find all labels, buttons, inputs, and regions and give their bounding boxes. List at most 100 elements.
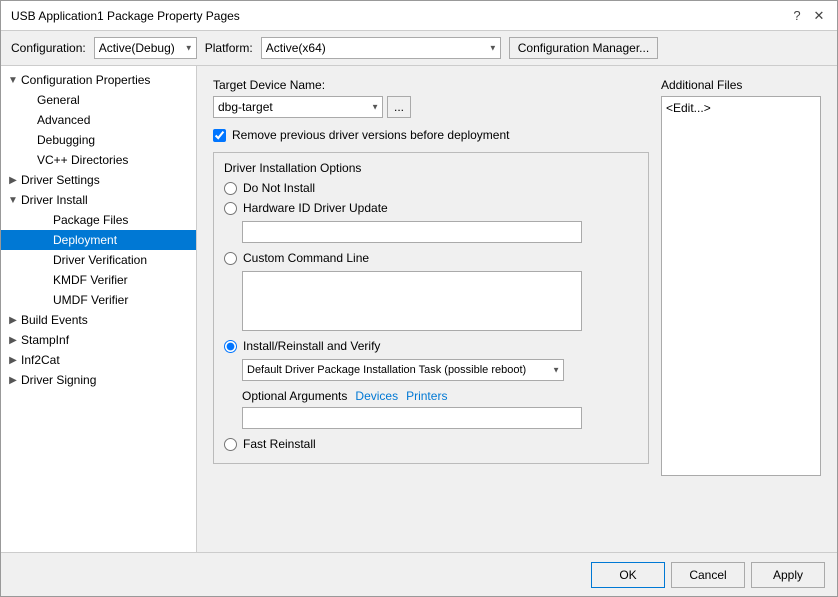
expand-icon-config-props: ▼ bbox=[5, 75, 21, 86]
config-manager-button[interactable]: Configuration Manager... bbox=[509, 37, 658, 59]
tree-panel: ▼ Configuration Properties General Advan… bbox=[1, 66, 197, 552]
tree-item-stampinf[interactable]: ▶ StampInf bbox=[1, 330, 196, 350]
expand-icon-inf2cat: ▶ bbox=[5, 355, 21, 366]
tree-label-inf2cat: Inf2Cat bbox=[21, 353, 60, 367]
platform-select[interactable]: Active(x64) bbox=[261, 37, 501, 59]
main-content: ▼ Configuration Properties General Advan… bbox=[1, 66, 837, 552]
close-button[interactable]: ✕ bbox=[811, 8, 827, 24]
config-select-wrapper: Active(Debug) bbox=[94, 37, 197, 59]
radio-custom-cmd[interactable] bbox=[224, 252, 237, 265]
tree-label-deployment: Deployment bbox=[53, 233, 117, 247]
tree-item-inf2cat[interactable]: ▶ Inf2Cat bbox=[1, 350, 196, 370]
config-bar: Configuration: Active(Debug) Platform: A… bbox=[1, 31, 837, 66]
install-dropdown[interactable]: Default Driver Package Installation Task… bbox=[242, 359, 564, 381]
tree-label-general: General bbox=[37, 93, 80, 107]
remove-checkbox-label: Remove previous driver versions before d… bbox=[232, 128, 509, 142]
expand-icon-build-events: ▶ bbox=[5, 315, 21, 326]
title-bar: USB Application1 Package Property Pages … bbox=[1, 1, 837, 31]
tree-item-driver-signing[interactable]: ▶ Driver Signing bbox=[1, 370, 196, 390]
config-select[interactable]: Active(Debug) bbox=[94, 37, 197, 59]
driver-install-title: Driver Installation Options bbox=[224, 161, 638, 175]
target-select-wrapper: dbg-target bbox=[213, 96, 383, 118]
optional-args-label: Optional Arguments bbox=[242, 389, 347, 403]
help-button[interactable]: ? bbox=[789, 8, 805, 24]
tree-item-umdf-verifier[interactable]: UMDF Verifier bbox=[1, 290, 196, 310]
tree-label-driver-install: Driver Install bbox=[21, 193, 88, 207]
printers-link[interactable]: Printers bbox=[406, 389, 447, 403]
tree-item-debugging[interactable]: Debugging bbox=[1, 130, 196, 150]
install-dropdown-wrapper: Default Driver Package Installation Task… bbox=[224, 359, 564, 381]
title-bar-controls: ? ✕ bbox=[789, 8, 827, 24]
custom-cmd-textarea[interactable] bbox=[242, 271, 582, 331]
tree-label-umdf-verifier: UMDF Verifier bbox=[53, 293, 128, 307]
tree-label-debugging: Debugging bbox=[37, 133, 95, 147]
driver-install-group: Driver Installation Options Do Not Insta… bbox=[213, 152, 649, 464]
browse-button[interactable]: ... bbox=[387, 96, 411, 118]
radio-do-not-install[interactable] bbox=[224, 182, 237, 195]
radio-fast-reinstall-row: Fast Reinstall bbox=[224, 437, 638, 451]
additional-files-title: Additional Files bbox=[661, 78, 821, 92]
dialog: USB Application1 Package Property Pages … bbox=[0, 0, 838, 597]
platform-label: Platform: bbox=[205, 41, 253, 55]
radio-do-not-install-row: Do Not Install bbox=[224, 181, 638, 195]
tree-item-kmdf-verifier[interactable]: KMDF Verifier bbox=[1, 270, 196, 290]
radio-custom-cmd-row: Custom Command Line bbox=[224, 251, 638, 265]
tree-label-advanced: Advanced bbox=[37, 113, 90, 127]
optional-args-input[interactable] bbox=[242, 407, 582, 429]
left-col: Target Device Name: dbg-target ... Remov… bbox=[213, 78, 649, 476]
tree-item-build-events[interactable]: ▶ Build Events bbox=[1, 310, 196, 330]
platform-select-wrapper: Active(x64) bbox=[261, 37, 501, 59]
tree-item-driver-settings[interactable]: ▶ Driver Settings bbox=[1, 170, 196, 190]
tree-label-package-files: Package Files bbox=[53, 213, 128, 227]
radio-hardware-id-row: Hardware ID Driver Update bbox=[224, 201, 638, 215]
radio-custom-cmd-label: Custom Command Line bbox=[243, 251, 369, 265]
expand-icon-driver-settings: ▶ bbox=[5, 175, 21, 186]
apply-button[interactable]: Apply bbox=[751, 562, 825, 588]
tree-item-vc-dirs[interactable]: VC++ Directories bbox=[1, 150, 196, 170]
hardware-id-input[interactable] bbox=[242, 221, 582, 243]
tree-item-driver-install[interactable]: ▼ Driver Install bbox=[1, 190, 196, 210]
expand-icon-driver-signing: ▶ bbox=[5, 375, 21, 386]
expand-icon-stampinf: ▶ bbox=[5, 335, 21, 346]
radio-do-not-install-label: Do Not Install bbox=[243, 181, 315, 195]
devices-link[interactable]: Devices bbox=[355, 389, 398, 403]
target-device-select[interactable]: dbg-target bbox=[213, 96, 383, 118]
tree-item-driver-verification[interactable]: Driver Verification bbox=[1, 250, 196, 270]
tree-label-driver-settings: Driver Settings bbox=[21, 173, 100, 187]
tree-label-kmdf-verifier: KMDF Verifier bbox=[53, 273, 128, 287]
right-col: Additional Files <Edit...> bbox=[661, 78, 821, 476]
tree-item-general[interactable]: General bbox=[1, 90, 196, 110]
config-label: Configuration: bbox=[11, 41, 86, 55]
tree-item-config-props[interactable]: ▼ Configuration Properties bbox=[1, 70, 196, 90]
radio-fast-reinstall[interactable] bbox=[224, 438, 237, 451]
right-panel: Target Device Name: dbg-target ... Remov… bbox=[197, 66, 837, 552]
expand-icon-driver-install: ▼ bbox=[5, 195, 21, 206]
additional-files-edit: <Edit...> bbox=[666, 101, 711, 115]
tree-label-driver-verification: Driver Verification bbox=[53, 253, 147, 267]
bottom-bar: OK Cancel Apply bbox=[1, 552, 837, 596]
cancel-button[interactable]: Cancel bbox=[671, 562, 745, 588]
dialog-title: USB Application1 Package Property Pages bbox=[11, 9, 240, 23]
radio-fast-reinstall-label: Fast Reinstall bbox=[243, 437, 316, 451]
tree-item-package-files[interactable]: Package Files bbox=[1, 210, 196, 230]
radio-hardware-id-label: Hardware ID Driver Update bbox=[243, 201, 388, 215]
ok-button[interactable]: OK bbox=[591, 562, 665, 588]
tree-item-deployment[interactable]: Deployment bbox=[1, 230, 196, 250]
remove-checkbox-row: Remove previous driver versions before d… bbox=[213, 128, 649, 142]
radio-install-reinstall-row: Install/Reinstall and Verify bbox=[224, 339, 638, 353]
radio-install-reinstall[interactable] bbox=[224, 340, 237, 353]
radio-hardware-id[interactable] bbox=[224, 202, 237, 215]
tree-item-advanced[interactable]: Advanced bbox=[1, 110, 196, 130]
tree-label-stampinf: StampInf bbox=[21, 333, 69, 347]
tree-label-config-props: Configuration Properties bbox=[21, 73, 150, 87]
optional-args-row: Optional Arguments Devices Printers bbox=[242, 389, 638, 403]
remove-checkbox[interactable] bbox=[213, 129, 226, 142]
radio-install-reinstall-label: Install/Reinstall and Verify bbox=[243, 339, 380, 353]
content-columns: Target Device Name: dbg-target ... Remov… bbox=[213, 78, 821, 476]
target-device-row: dbg-target ... bbox=[213, 96, 649, 118]
additional-files-box: <Edit...> bbox=[661, 96, 821, 476]
tree-label-vc-dirs: VC++ Directories bbox=[37, 153, 128, 167]
tree-label-driver-signing: Driver Signing bbox=[21, 373, 96, 387]
target-device-label: Target Device Name: bbox=[213, 78, 649, 92]
tree-label-build-events: Build Events bbox=[21, 313, 88, 327]
